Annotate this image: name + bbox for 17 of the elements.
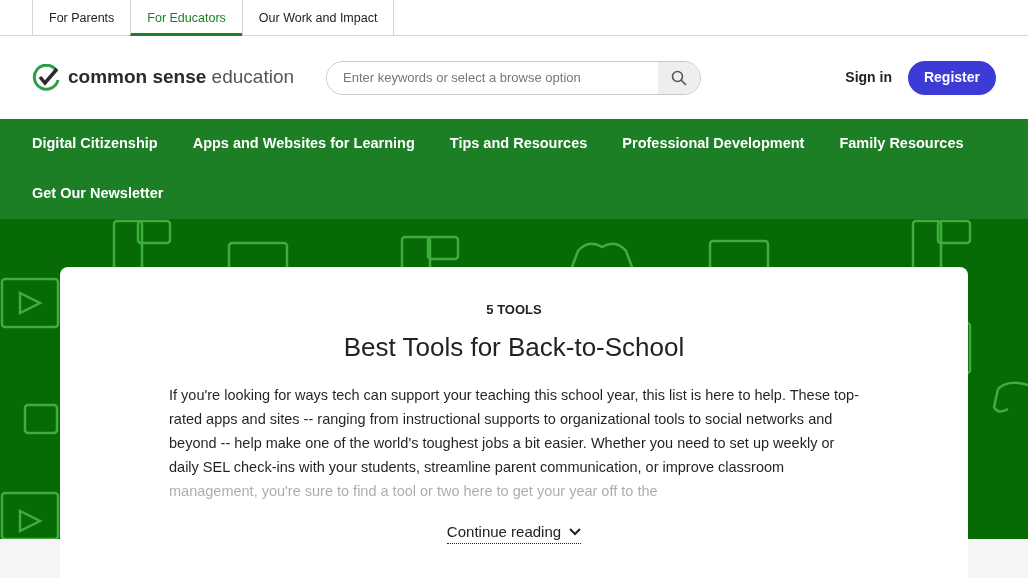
logo-check-icon (32, 63, 62, 92)
logo-wordmark: common sense education (68, 65, 294, 90)
continue-reading-link[interactable]: Continue reading (446, 520, 582, 544)
nav-link[interactable]: Family Resources (839, 119, 964, 169)
article-eyebrow: 5 TOOLS (486, 301, 542, 319)
chevron-down-icon (569, 527, 582, 536)
search-field[interactable]: Enter keywords or select a browse option (326, 60, 701, 95)
register-button[interactable]: Register (907, 60, 996, 95)
search-button[interactable] (658, 61, 700, 94)
article-title: Best Tools for Back-to-School (343, 330, 685, 364)
nav-link[interactable]: Apps and Websites for Learning (192, 119, 415, 169)
nav-link[interactable]: Tips and Resources (449, 119, 588, 169)
sign-in-link[interactable]: Sign in (845, 67, 892, 88)
nav-link[interactable]: Digital Citizenship (32, 119, 158, 169)
search-icon (671, 69, 687, 86)
nav-link[interactable]: Get Our Newsletter (32, 169, 164, 219)
nav-link[interactable]: Professional Development (622, 119, 805, 169)
